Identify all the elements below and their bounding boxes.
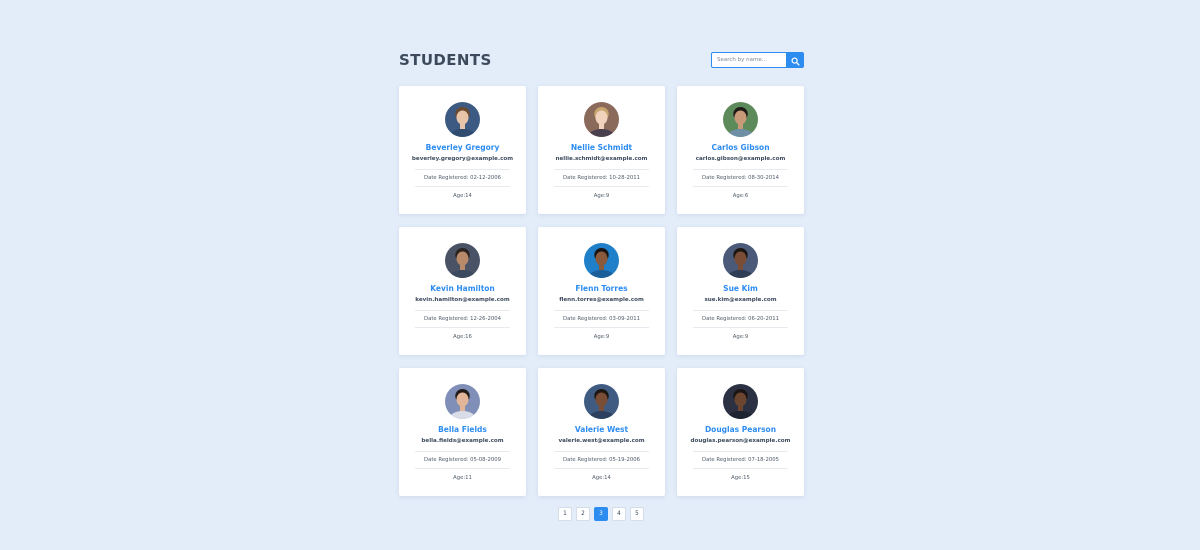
student-name[interactable]: Beverley Gregory (399, 143, 526, 153)
search-bar (711, 52, 804, 68)
student-age: Age:9 (593, 193, 610, 199)
avatar (723, 243, 758, 278)
divider (415, 468, 510, 469)
student-age: Age:16 (453, 334, 472, 340)
divider (415, 451, 510, 452)
student-name[interactable]: Sue Kim (677, 284, 804, 294)
student-card[interactable]: Kevin Hamilton kevin.hamilton@example.co… (399, 227, 526, 355)
date-registered: Date Registered: 10-28-2011 (563, 175, 640, 181)
page-button-2[interactable]: 2 (576, 507, 590, 521)
student-age: Age:14 (592, 475, 611, 481)
student-email: nellie.schmidt@example.com (555, 156, 648, 162)
divider (554, 310, 649, 311)
avatar (723, 384, 758, 419)
student-email: valerie.west@example.com (558, 438, 645, 444)
student-email: bella.fields@example.com (421, 438, 504, 444)
divider (554, 169, 649, 170)
divider (554, 451, 649, 452)
student-name[interactable]: Valerie West (538, 425, 665, 435)
student-age: Age:9 (732, 334, 749, 340)
avatar (445, 384, 480, 419)
student-card[interactable]: Nellie Schmidt nellie.schmidt@example.co… (538, 86, 665, 214)
student-name[interactable]: Nellie Schmidt (538, 143, 665, 153)
search-button[interactable] (786, 52, 804, 68)
page-button-1[interactable]: 1 (558, 507, 572, 521)
student-card[interactable]: Douglas Pearson douglas.pearson@example.… (677, 368, 804, 496)
students-section: STUDENTS Beverley Gregory beverley.grego… (399, 50, 804, 496)
student-email: douglas.pearson@example.com (690, 438, 791, 444)
student-card[interactable]: Valerie West valerie.west@example.com Da… (538, 368, 665, 496)
date-registered: Date Registered: 02-12-2006 (424, 175, 501, 181)
divider (415, 310, 510, 311)
date-registered: Date Registered: 05-08-2009 (424, 457, 501, 463)
search-input[interactable] (711, 52, 786, 68)
divider (693, 327, 788, 328)
page-button-3[interactable]: 3 (594, 507, 608, 521)
avatar (445, 102, 480, 137)
divider (693, 468, 788, 469)
student-name[interactable]: Kevin Hamilton (399, 284, 526, 294)
page-title: STUDENTS (399, 51, 492, 69)
date-registered: Date Registered: 12-26-2004 (424, 316, 501, 322)
search-icon (790, 51, 800, 70)
student-card[interactable]: Beverley Gregory beverley.gregory@exampl… (399, 86, 526, 214)
student-age: Age:6 (732, 193, 749, 199)
divider (693, 186, 788, 187)
student-age: Age:15 (731, 475, 750, 481)
divider (415, 169, 510, 170)
student-card[interactable]: Carlos Gibson carlos.gibson@example.com … (677, 86, 804, 214)
divider (554, 468, 649, 469)
student-email: flenn.torres@example.com (559, 297, 644, 303)
page-button-4[interactable]: 4 (612, 507, 626, 521)
student-email: carlos.gibson@example.com (695, 156, 786, 162)
divider (693, 451, 788, 452)
student-card[interactable]: Sue Kim sue.kim@example.com Date Registe… (677, 227, 804, 355)
date-registered: Date Registered: 07-18-2005 (702, 457, 779, 463)
avatar (584, 102, 619, 137)
student-email: beverley.gregory@example.com (411, 156, 514, 162)
student-email: sue.kim@example.com (704, 297, 777, 303)
date-registered: Date Registered: 03-09-2011 (563, 316, 640, 322)
student-email: kevin.hamilton@example.com (415, 297, 510, 303)
date-registered: Date Registered: 05-19-2006 (563, 457, 640, 463)
page-button-5[interactable]: 5 (630, 507, 644, 521)
avatar (584, 384, 619, 419)
header: STUDENTS (399, 50, 804, 70)
divider (554, 327, 649, 328)
student-age: Age:9 (593, 334, 610, 340)
divider (415, 327, 510, 328)
student-age: Age:11 (453, 475, 472, 481)
student-age: Age:14 (453, 193, 472, 199)
pagination: 1 2 3 4 5 (558, 507, 644, 521)
avatar (723, 102, 758, 137)
student-card-grid: Beverley Gregory beverley.gregory@exampl… (399, 86, 804, 496)
student-name[interactable]: Douglas Pearson (677, 425, 804, 435)
divider (693, 169, 788, 170)
avatar (445, 243, 480, 278)
divider (693, 310, 788, 311)
student-name[interactable]: Carlos Gibson (677, 143, 804, 153)
student-card[interactable]: Flenn Torres flenn.torres@example.com Da… (538, 227, 665, 355)
avatar (584, 243, 619, 278)
student-card[interactable]: Bella Fields bella.fields@example.com Da… (399, 368, 526, 496)
student-name[interactable]: Flenn Torres (538, 284, 665, 294)
divider (554, 186, 649, 187)
student-name[interactable]: Bella Fields (399, 425, 526, 435)
date-registered: Date Registered: 06-20-2011 (702, 316, 779, 322)
divider (415, 186, 510, 187)
date-registered: Date Registered: 08-30-2014 (702, 175, 779, 181)
